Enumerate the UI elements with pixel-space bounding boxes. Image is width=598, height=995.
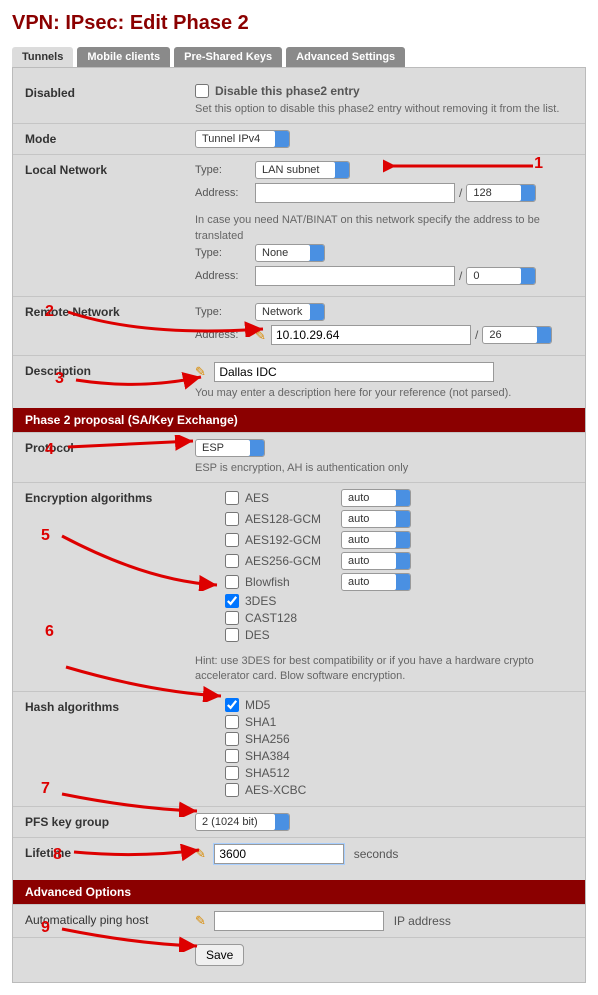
tab-mobile-clients[interactable]: Mobile clients [77, 47, 170, 67]
nat-type-label: Type: [195, 247, 255, 259]
enc-3des-checkbox[interactable] [225, 594, 239, 608]
remote-address-input[interactable] [271, 325, 471, 345]
nat-hint: In case you need NAT/BINAT on this netwo… [195, 213, 573, 244]
enc-cast128: CAST128 [245, 611, 297, 625]
remote-address-label: Address: [195, 329, 255, 341]
lifetime-input[interactable] [214, 844, 344, 864]
local-address-label: Address: [195, 187, 255, 199]
enc-cast128-checkbox[interactable] [225, 611, 239, 625]
mode-select[interactable]: Tunnel IPv4 [195, 130, 290, 148]
pencil-icon [195, 913, 209, 927]
nat-type-select[interactable]: None [255, 244, 325, 262]
disable-checkbox[interactable] [195, 84, 209, 98]
hash-sha384: SHA384 [245, 749, 290, 763]
hash-sha512: SHA512 [245, 766, 290, 780]
panel: Disabled Disable this phase2 entry Set t… [12, 67, 586, 983]
tabs: Tunnels Mobile clients Pre-Shared Keys A… [12, 47, 586, 67]
hash-label: Hash algorithms [25, 698, 195, 714]
protocol-select[interactable]: ESP [195, 439, 265, 457]
description-hint: You may enter a description here for you… [195, 386, 573, 401]
pencil-icon [255, 328, 269, 342]
enc-aes256gcm-checkbox[interactable] [225, 554, 239, 568]
hash-sha512-checkbox[interactable] [225, 766, 239, 780]
enc-blowfish-keylen[interactable]: auto [341, 573, 411, 591]
lifetime-unit: seconds [354, 847, 399, 861]
tab-tunnels[interactable]: Tunnels [12, 47, 73, 67]
enc-aes192gcm-checkbox[interactable] [225, 533, 239, 547]
enc-des: DES [245, 628, 270, 642]
enc-blowfish: Blowfish [245, 575, 335, 589]
nat-prefix-select[interactable]: 0 [466, 267, 536, 285]
tab-advanced-settings[interactable]: Advanced Settings [286, 47, 405, 67]
enc-3des: 3DES [245, 594, 276, 608]
hash-sha1: SHA1 [245, 715, 276, 729]
lifetime-label: Lifetime [25, 844, 195, 860]
mode-label: Mode [25, 130, 195, 146]
ping-unit: IP address [394, 914, 451, 928]
enc-aes192gcm: AES192-GCM [245, 533, 335, 547]
hash-md5-checkbox[interactable] [225, 698, 239, 712]
enc-aes128gcm-checkbox[interactable] [225, 512, 239, 526]
disabled-label: Disabled [25, 84, 195, 100]
remote-prefix-select[interactable]: 26 [482, 326, 552, 344]
enc-aes-keylen[interactable]: auto [341, 489, 411, 507]
enc-aes128gcm-keylen[interactable]: auto [341, 510, 411, 528]
local-type-label: Type: [195, 164, 255, 176]
slash: / [459, 269, 462, 283]
disable-checkbox-label: Disable this phase2 entry [215, 84, 360, 98]
enc-aes-checkbox[interactable] [225, 491, 239, 505]
annotation-5: 5 [41, 527, 50, 545]
hash-sha384-checkbox[interactable] [225, 749, 239, 763]
protocol-hint: ESP is encryption, AH is authentication … [195, 461, 573, 476]
enc-aes256gcm-keylen[interactable]: auto [341, 552, 411, 570]
remote-type-label: Type: [195, 306, 255, 318]
enc-aes192gcm-keylen[interactable]: auto [341, 531, 411, 549]
nat-address-label: Address: [195, 270, 255, 282]
pencil-icon [195, 364, 209, 378]
slash: / [459, 186, 462, 200]
slash: / [475, 328, 478, 342]
disable-hint: Set this option to disable this phase2 e… [195, 102, 573, 117]
ping-input[interactable] [214, 911, 384, 931]
encryption-hint: Hint: use 3DES for best compatibility or… [195, 654, 573, 685]
annotation-7: 7 [41, 780, 50, 798]
hash-aesxcbc: AES-XCBC [245, 783, 306, 797]
local-type-select[interactable]: LAN subnet [255, 161, 350, 179]
enc-aes128gcm: AES128-GCM [245, 512, 335, 526]
pfs-select[interactable]: 2 (1024 bit) [195, 813, 290, 831]
remote-network-label: Remote Network [25, 303, 195, 319]
section-advanced-header: Advanced Options [13, 880, 585, 904]
local-address-input[interactable] [255, 183, 455, 203]
enc-des-checkbox[interactable] [225, 628, 239, 642]
enc-aes: AES [245, 491, 335, 505]
annotation-6: 6 [45, 623, 54, 641]
page-title: VPN: IPsec: Edit Phase 2 [12, 12, 586, 35]
enc-aes256gcm: AES256-GCM [245, 554, 335, 568]
save-button[interactable]: Save [195, 944, 244, 966]
hash-sha1-checkbox[interactable] [225, 715, 239, 729]
local-prefix-select[interactable]: 128 [466, 184, 536, 202]
section-phase2-header: Phase 2 proposal (SA/Key Exchange) [13, 408, 585, 432]
enc-blowfish-checkbox[interactable] [225, 575, 239, 589]
hash-sha256-checkbox[interactable] [225, 732, 239, 746]
tab-preshared-keys[interactable]: Pre-Shared Keys [174, 47, 282, 67]
remote-type-select[interactable]: Network [255, 303, 325, 321]
ping-label: Automatically ping host [25, 911, 195, 927]
pfs-label: PFS key group [25, 813, 195, 829]
encryption-label: Encryption algorithms [25, 489, 195, 505]
description-input[interactable] [214, 362, 494, 382]
hash-sha256: SHA256 [245, 732, 290, 746]
protocol-label: Protocol [25, 439, 195, 455]
nat-address-input[interactable] [255, 266, 455, 286]
hash-md5: MD5 [245, 698, 270, 712]
description-label: Description [25, 362, 195, 378]
hash-aesxcbc-checkbox[interactable] [225, 783, 239, 797]
pencil-icon [195, 846, 209, 860]
local-network-label: Local Network [25, 161, 195, 177]
